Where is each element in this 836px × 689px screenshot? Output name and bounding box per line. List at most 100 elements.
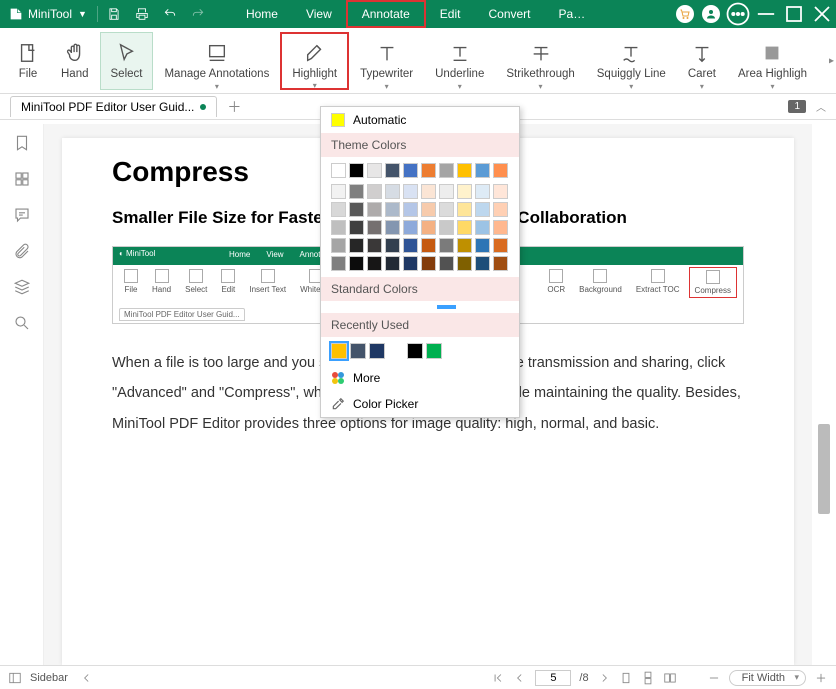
- tab-home[interactable]: Home: [232, 0, 292, 28]
- color-swatch[interactable]: [385, 256, 400, 271]
- color-swatch[interactable]: [367, 220, 382, 235]
- search-icon[interactable]: [13, 314, 31, 332]
- color-swatch[interactable]: [331, 163, 346, 178]
- scrollbar-thumb[interactable]: [818, 424, 830, 514]
- color-swatch[interactable]: [403, 220, 418, 235]
- color-swatch[interactable]: [349, 256, 364, 271]
- color-swatch[interactable]: [426, 343, 442, 359]
- color-swatch[interactable]: [457, 163, 472, 178]
- color-swatch[interactable]: [385, 220, 400, 235]
- app-menu-caret-icon[interactable]: ▼: [78, 9, 87, 19]
- collapse-ribbon-icon[interactable]: ︿: [816, 99, 826, 114]
- ribbon-select[interactable]: Select: [100, 32, 154, 90]
- feedback-icon[interactable]: [724, 0, 752, 28]
- ribbon-caret[interactable]: Caret▾: [677, 32, 727, 90]
- ribbon-hand[interactable]: Hand: [50, 32, 100, 90]
- more-colors[interactable]: More: [321, 365, 519, 391]
- color-swatch[interactable]: [331, 184, 346, 199]
- color-swatch[interactable]: [403, 184, 418, 199]
- tab-edit[interactable]: Edit: [426, 0, 475, 28]
- color-swatch[interactable]: [475, 220, 490, 235]
- color-swatch[interactable]: [367, 202, 382, 217]
- save-icon[interactable]: [100, 0, 128, 28]
- tab-annotate[interactable]: Annotate: [346, 0, 426, 28]
- color-swatch[interactable]: [421, 163, 436, 178]
- minimize-button[interactable]: [752, 0, 780, 28]
- color-swatch[interactable]: [475, 184, 490, 199]
- color-swatch[interactable]: [439, 220, 454, 235]
- color-swatch[interactable]: [493, 256, 508, 271]
- color-swatch[interactable]: [385, 184, 400, 199]
- color-swatch[interactable]: [367, 256, 382, 271]
- color-swatch[interactable]: [475, 202, 490, 217]
- color-swatch[interactable]: [367, 163, 382, 178]
- layers-icon[interactable]: [13, 278, 31, 296]
- color-swatch[interactable]: [421, 238, 436, 253]
- ribbon-overflow-icon[interactable]: ▸: [829, 55, 834, 66]
- color-swatch[interactable]: [349, 163, 364, 178]
- attachments-icon[interactable]: [13, 242, 31, 260]
- color-swatch[interactable]: [457, 220, 472, 235]
- print-icon[interactable]: [128, 0, 156, 28]
- color-swatch[interactable]: [403, 256, 418, 271]
- color-swatch[interactable]: [421, 220, 436, 235]
- zoom-out-icon[interactable]: [707, 671, 721, 685]
- color-swatch[interactable]: [457, 238, 472, 253]
- color-swatch[interactable]: [439, 202, 454, 217]
- comments-icon[interactable]: [13, 206, 31, 224]
- color-swatch[interactable]: [457, 202, 472, 217]
- color-swatch[interactable]: [439, 238, 454, 253]
- view-single-icon[interactable]: [619, 671, 633, 685]
- bookmark-icon[interactable]: [13, 134, 31, 152]
- close-button[interactable]: [808, 0, 836, 28]
- view-continuous-icon[interactable]: [641, 671, 655, 685]
- color-swatch[interactable]: [493, 238, 508, 253]
- color-picker-tool[interactable]: Color Picker: [321, 391, 519, 417]
- prev-page-group-icon[interactable]: [80, 671, 94, 685]
- color-swatch[interactable]: [403, 238, 418, 253]
- redo-icon[interactable]: [184, 0, 212, 28]
- color-swatch[interactable]: [403, 163, 418, 178]
- color-swatch[interactable]: [475, 163, 490, 178]
- undo-icon[interactable]: [156, 0, 184, 28]
- zoom-fit-dropdown[interactable]: Fit Width: [729, 670, 806, 686]
- color-swatch[interactable]: [350, 343, 366, 359]
- color-swatch[interactable]: [331, 220, 346, 235]
- color-swatch[interactable]: [475, 238, 490, 253]
- color-swatch[interactable]: [421, 202, 436, 217]
- add-tab-button[interactable]: ＋: [227, 97, 241, 117]
- ribbon-highlight[interactable]: Highlight▾: [280, 32, 349, 90]
- page-number-input[interactable]: [535, 670, 571, 686]
- ribbon-underline[interactable]: Underline▾: [424, 32, 495, 90]
- tab-convert[interactable]: Convert: [474, 0, 544, 28]
- color-swatch[interactable]: [349, 238, 364, 253]
- first-page-icon[interactable]: [491, 671, 505, 685]
- color-swatch[interactable]: [385, 238, 400, 253]
- color-swatch[interactable]: [369, 343, 385, 359]
- color-swatch[interactable]: [439, 163, 454, 178]
- color-swatch[interactable]: [493, 163, 508, 178]
- ribbon-squiggly-line[interactable]: Squiggly Line▾: [586, 32, 677, 90]
- sidebar-toggle-icon[interactable]: [8, 671, 22, 685]
- color-swatch[interactable]: [349, 220, 364, 235]
- color-swatch[interactable]: [385, 202, 400, 217]
- color-swatch[interactable]: [331, 343, 347, 359]
- zoom-in-icon[interactable]: [814, 671, 828, 685]
- maximize-button[interactable]: [780, 0, 808, 28]
- ribbon-strikethrough[interactable]: Strikethrough▾: [495, 32, 585, 90]
- ribbon-typewriter[interactable]: Typewriter▾: [349, 32, 424, 90]
- ribbon-manage-annotations[interactable]: Manage Annotations▾: [153, 32, 280, 90]
- tab-page[interactable]: Pa…: [545, 0, 600, 28]
- vertical-scrollbar[interactable]: [816, 124, 832, 665]
- color-swatch[interactable]: [331, 238, 346, 253]
- color-swatch[interactable]: [493, 220, 508, 235]
- color-swatch[interactable]: [331, 256, 346, 271]
- ribbon-file[interactable]: File: [6, 32, 50, 90]
- next-page-icon[interactable]: [597, 671, 611, 685]
- ribbon-area-highligh[interactable]: Area Highligh▾: [727, 32, 818, 90]
- color-swatch[interactable]: [475, 256, 490, 271]
- color-swatch[interactable]: [349, 184, 364, 199]
- color-swatch[interactable]: [349, 202, 364, 217]
- color-swatch[interactable]: [421, 256, 436, 271]
- color-swatch[interactable]: [331, 202, 346, 217]
